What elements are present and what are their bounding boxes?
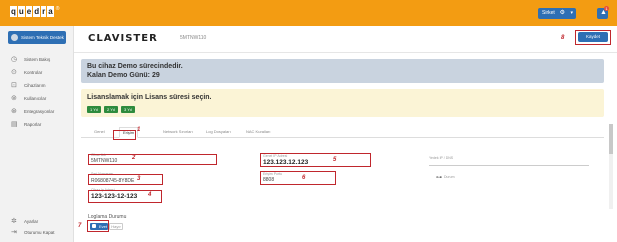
logging-no-button[interactable]: Hayır: [109, 223, 123, 230]
avatar: [11, 34, 18, 41]
highlight-box-serial: [88, 174, 163, 185]
scrollbar-thumb[interactable]: [609, 124, 613, 154]
notifications-button[interactable]: ▲ 1: [597, 6, 609, 19]
highlight-box-port: [260, 171, 336, 185]
sidebar-item-devices[interactable]: ⊡ Cihazlarım: [0, 81, 73, 91]
shield-icon: ⊙: [11, 69, 17, 76]
tab-nac-rules[interactable]: NAC Kuralları: [246, 127, 270, 137]
demo-notice: Bu cihaz Demo sürecindedir. Kalan Demo G…: [81, 59, 604, 83]
demo-days-line: Kalan Demo Günü: 29: [87, 72, 160, 79]
license-2-year-button[interactable]: 2 Yıl: [104, 106, 118, 113]
sidebar-item-label: Ayarlar: [24, 219, 39, 224]
device-tabs: Genel Erişim Network Sınırları Log Dosya…: [81, 126, 604, 138]
sidebar-item-label: Sistem Bakış: [24, 57, 51, 62]
sidebar-item-logout[interactable]: ⇥ Oturumu Kapat: [0, 228, 73, 238]
sidebar-item-users[interactable]: ⊚ Kullanıcılar: [0, 94, 73, 104]
demo-notice-line: Bu cihaz Demo sürecindedir.: [87, 63, 183, 70]
sidebar-item-settings[interactable]: ✲ Ayarlar: [0, 217, 73, 227]
reports-icon: ▤: [11, 121, 18, 128]
main-content: CLAVISTER 5MTNW110 8 Kaydet Bu cihaz Dem…: [74, 26, 617, 242]
highlight-box-tab: [113, 130, 136, 140]
sidebar-item-label: Kullanıcılar: [24, 96, 47, 101]
marker-2: 2: [132, 155, 136, 161]
license-1-year-button[interactable]: 1 Yıl: [87, 106, 101, 113]
sidebar-item-label: Raporlar: [24, 122, 42, 127]
save-button[interactable]: Kaydet: [578, 32, 608, 42]
content-scrollbar[interactable]: [609, 124, 613, 209]
highlight-box-logging: [87, 220, 109, 232]
top-bar: q u e d r a ® Sirket ⚙ ▾ ▲ 1: [0, 0, 617, 26]
chevron-down-icon: ▾: [570, 10, 573, 16]
marker-8: 8: [561, 35, 565, 41]
registered-mark: ®: [55, 6, 60, 12]
sidebar-item-controls[interactable]: ⊙ Kontrolar: [0, 68, 73, 78]
brand-title: CLAVISTER: [88, 33, 158, 44]
marker-6: 6: [302, 175, 306, 181]
device-header: CLAVISTER 5MTNW110 8 Kaydet: [74, 26, 617, 53]
logo-letter: q: [10, 6, 17, 17]
user-profile-button[interactable]: Sistem Teknik Destek: [8, 31, 66, 44]
users-icon: ⊚: [11, 95, 17, 102]
toggle-label: Durum: [444, 175, 455, 179]
sidebar: Sistem Teknik Destek ◷ Sistem Bakış ⊙ Ko…: [0, 26, 74, 242]
toggle-icon[interactable]: ⊶: [436, 174, 442, 181]
license-panel: Lisanslamak için Lisans süresi seçin. 1 …: [81, 89, 604, 117]
tab-log-files[interactable]: Log Dosyaları: [206, 127, 231, 137]
marker-4: 4: [148, 192, 152, 198]
device-model: 5MTNW110: [180, 35, 207, 41]
license-3-year-button[interactable]: 3 Yıl: [121, 106, 135, 113]
quedra-logo[interactable]: q u e d r a ®: [10, 6, 59, 17]
license-title: Lisanslamak için Lisans süresi seçin.: [87, 94, 212, 101]
highlight-box-public-ip: [260, 153, 371, 167]
extra-field-label: Yedek IP / DNS: [429, 156, 454, 160]
marker-1: 1: [137, 127, 141, 133]
logo-letter: r: [41, 6, 47, 17]
sidebar-item-reports[interactable]: ▤ Raporlar: [0, 120, 73, 130]
integration-icon: ⊛: [11, 108, 17, 115]
sidebar-item-label: Entegrasyonlar: [24, 109, 55, 114]
tab-network-limits[interactable]: Network Sınırları: [163, 127, 193, 137]
demo-days-prefix: Kalan Demo Günü:: [87, 72, 152, 79]
sidebar-item-integrations[interactable]: ⊛ Entegrasyonlar: [0, 107, 73, 117]
logo-letter: u: [17, 6, 25, 17]
gear-icon[interactable]: ⚙: [560, 8, 565, 19]
logo-letter: d: [33, 6, 41, 17]
marker-3: 3: [137, 176, 141, 182]
logo-letter: e: [25, 6, 33, 17]
sidebar-item-label: Cihazlarım: [24, 83, 46, 88]
demo-days-value: 29: [151, 72, 160, 79]
sidebar-item-dashboard[interactable]: ◷ Sistem Bakış: [0, 55, 73, 65]
user-profile-label: Sistem Teknik Destek: [21, 35, 64, 40]
tab-general[interactable]: Genel: [94, 127, 105, 137]
marker-5: 5: [333, 157, 337, 163]
marker-7: 7: [78, 223, 82, 229]
extra-field-input[interactable]: [429, 165, 589, 166]
logo-letter: a: [47, 6, 54, 17]
devices-icon: ⊡: [11, 82, 17, 89]
dashboard-icon: ◷: [11, 56, 18, 63]
sidebar-item-label: Kontrolar: [24, 70, 43, 75]
company-label: Sirket: [542, 10, 555, 16]
sidebar-item-label: Oturumu Kapat: [24, 230, 55, 235]
settings-icon: ✲: [11, 218, 17, 225]
notification-badge: 1: [604, 6, 609, 11]
logout-icon: ⇥: [11, 229, 17, 236]
highlight-box-name: [88, 154, 217, 165]
company-menu-button[interactable]: Sirket ⚙ ▾: [538, 8, 576, 19]
